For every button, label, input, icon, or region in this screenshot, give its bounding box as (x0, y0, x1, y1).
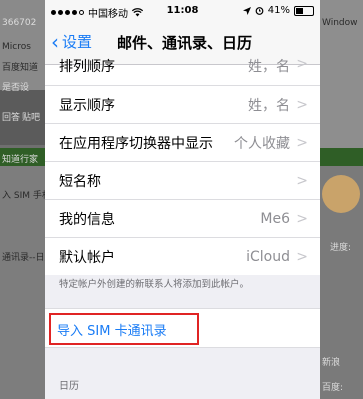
settings-list: 排列顺序 姓，名 > 显示顺序 姓，名 > 在应用程序切换器中显示 个人收藏 >… (45, 56, 320, 275)
row-value: 个人收藏 (234, 135, 290, 152)
back-button[interactable]: ‹ 设置 (51, 31, 92, 52)
default-account-footnote: 特定帐户外创建的新联系人将添加到此帐户。 (59, 279, 250, 290)
location-icon (242, 6, 251, 15)
back-button-label: 设置 (62, 33, 93, 51)
row-label: 短名称 (59, 173, 101, 190)
row-value: Me6 (260, 210, 290, 227)
chevron-right-icon: > (296, 134, 308, 151)
background-text: 百度知道 (2, 63, 39, 73)
row-label: 显示顺序 (59, 97, 115, 114)
background-text: 新浪 (322, 358, 341, 368)
chevron-right-icon: > (296, 210, 308, 227)
background-text: 回答 (2, 113, 21, 123)
background-green-bar-right (320, 148, 363, 166)
calendar-section-header: 日历 (59, 381, 79, 392)
row-label: 在应用程序切换器中显示 (59, 135, 213, 152)
background-text: 通讯录--日历 (2, 253, 45, 263)
background-text: 百度: (322, 383, 344, 393)
battery-percent: 41% (267, 5, 290, 16)
app-switcher-row[interactable]: 在应用程序切换器中显示 个人收藏 > (45, 124, 320, 162)
chevron-right-icon: > (296, 172, 308, 189)
display-order-row[interactable]: 显示顺序 姓，名 > (45, 86, 320, 124)
status-bar: 中国移动 11:08 41% (45, 0, 320, 20)
battery-icon (294, 5, 314, 16)
chevron-right-icon: > (296, 56, 308, 72)
row-label: 默认帐户 (59, 249, 115, 266)
import-sim-contacts-row[interactable]: 导入 SIM 卡通讯录 (45, 308, 320, 348)
background-text: 贴吧 (22, 113, 41, 123)
alarm-icon (255, 7, 264, 15)
chevron-left-icon: ‹ (51, 29, 59, 54)
row-value: 姓，名 (248, 59, 290, 75)
page-title: 邮件、通讯录、日历 (117, 34, 253, 52)
chevron-right-icon: > (296, 96, 308, 113)
background-text: 进度: (330, 243, 352, 253)
background-text: 知道行家 (2, 155, 39, 165)
chevron-right-icon: > (296, 248, 308, 265)
background-text: Micros (2, 42, 31, 52)
row-value: iCloud (246, 248, 290, 265)
phone-screen: 中国移动 11:08 41% ‹ 设置 邮件、通讯录、日历 排列顺序 姓，名 >… (45, 0, 320, 399)
default-account-row[interactable]: 默认帐户 iCloud > (45, 238, 320, 275)
row-label: 排列顺序 (59, 59, 115, 75)
row-value: 姓，名 (248, 97, 290, 114)
my-info-row[interactable]: 我的信息 Me6 > (45, 200, 320, 238)
background-text: 是否设 (2, 83, 30, 93)
sort-order-row[interactable]: 排列顺序 姓，名 > (45, 56, 320, 86)
background-text: 入 SIM 手机 (2, 191, 45, 201)
import-sim-contacts-button[interactable]: 导入 SIM 卡通讯录 (57, 320, 167, 339)
row-label: 我的信息 (59, 211, 115, 228)
background-avatar (322, 175, 360, 213)
short-name-row[interactable]: 短名称 > (45, 162, 320, 200)
background-text: Window (322, 18, 358, 28)
background-text: 366702 (2, 18, 37, 28)
